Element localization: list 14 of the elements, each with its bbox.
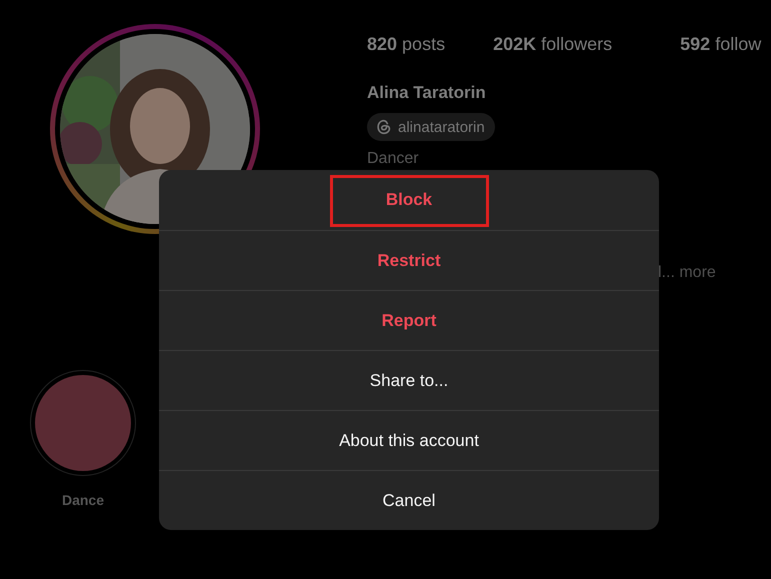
menu-item[interactable]: Report <box>159 290 659 350</box>
category-label: Dancer <box>367 150 419 168</box>
threads-icon <box>375 118 393 136</box>
stat-count[interactable]: 202K followers <box>493 34 612 55</box>
menu-item[interactable]: Share to... <box>159 350 659 410</box>
threads-badge[interactable]: alinataratorin <box>367 113 495 141</box>
stat-count[interactable]: 592 follow <box>680 34 762 55</box>
menu-item[interactable]: Cancel <box>159 470 659 530</box>
highlight-label: Dance <box>62 492 104 508</box>
profile-name: Alina Taratorin <box>367 83 486 103</box>
menu-item[interactable]: Block <box>159 170 659 230</box>
menu-item[interactable]: Restrict <box>159 230 659 290</box>
menu-item[interactable]: About this account <box>159 410 659 470</box>
stat-count[interactable]: 820 posts <box>367 34 446 55</box>
